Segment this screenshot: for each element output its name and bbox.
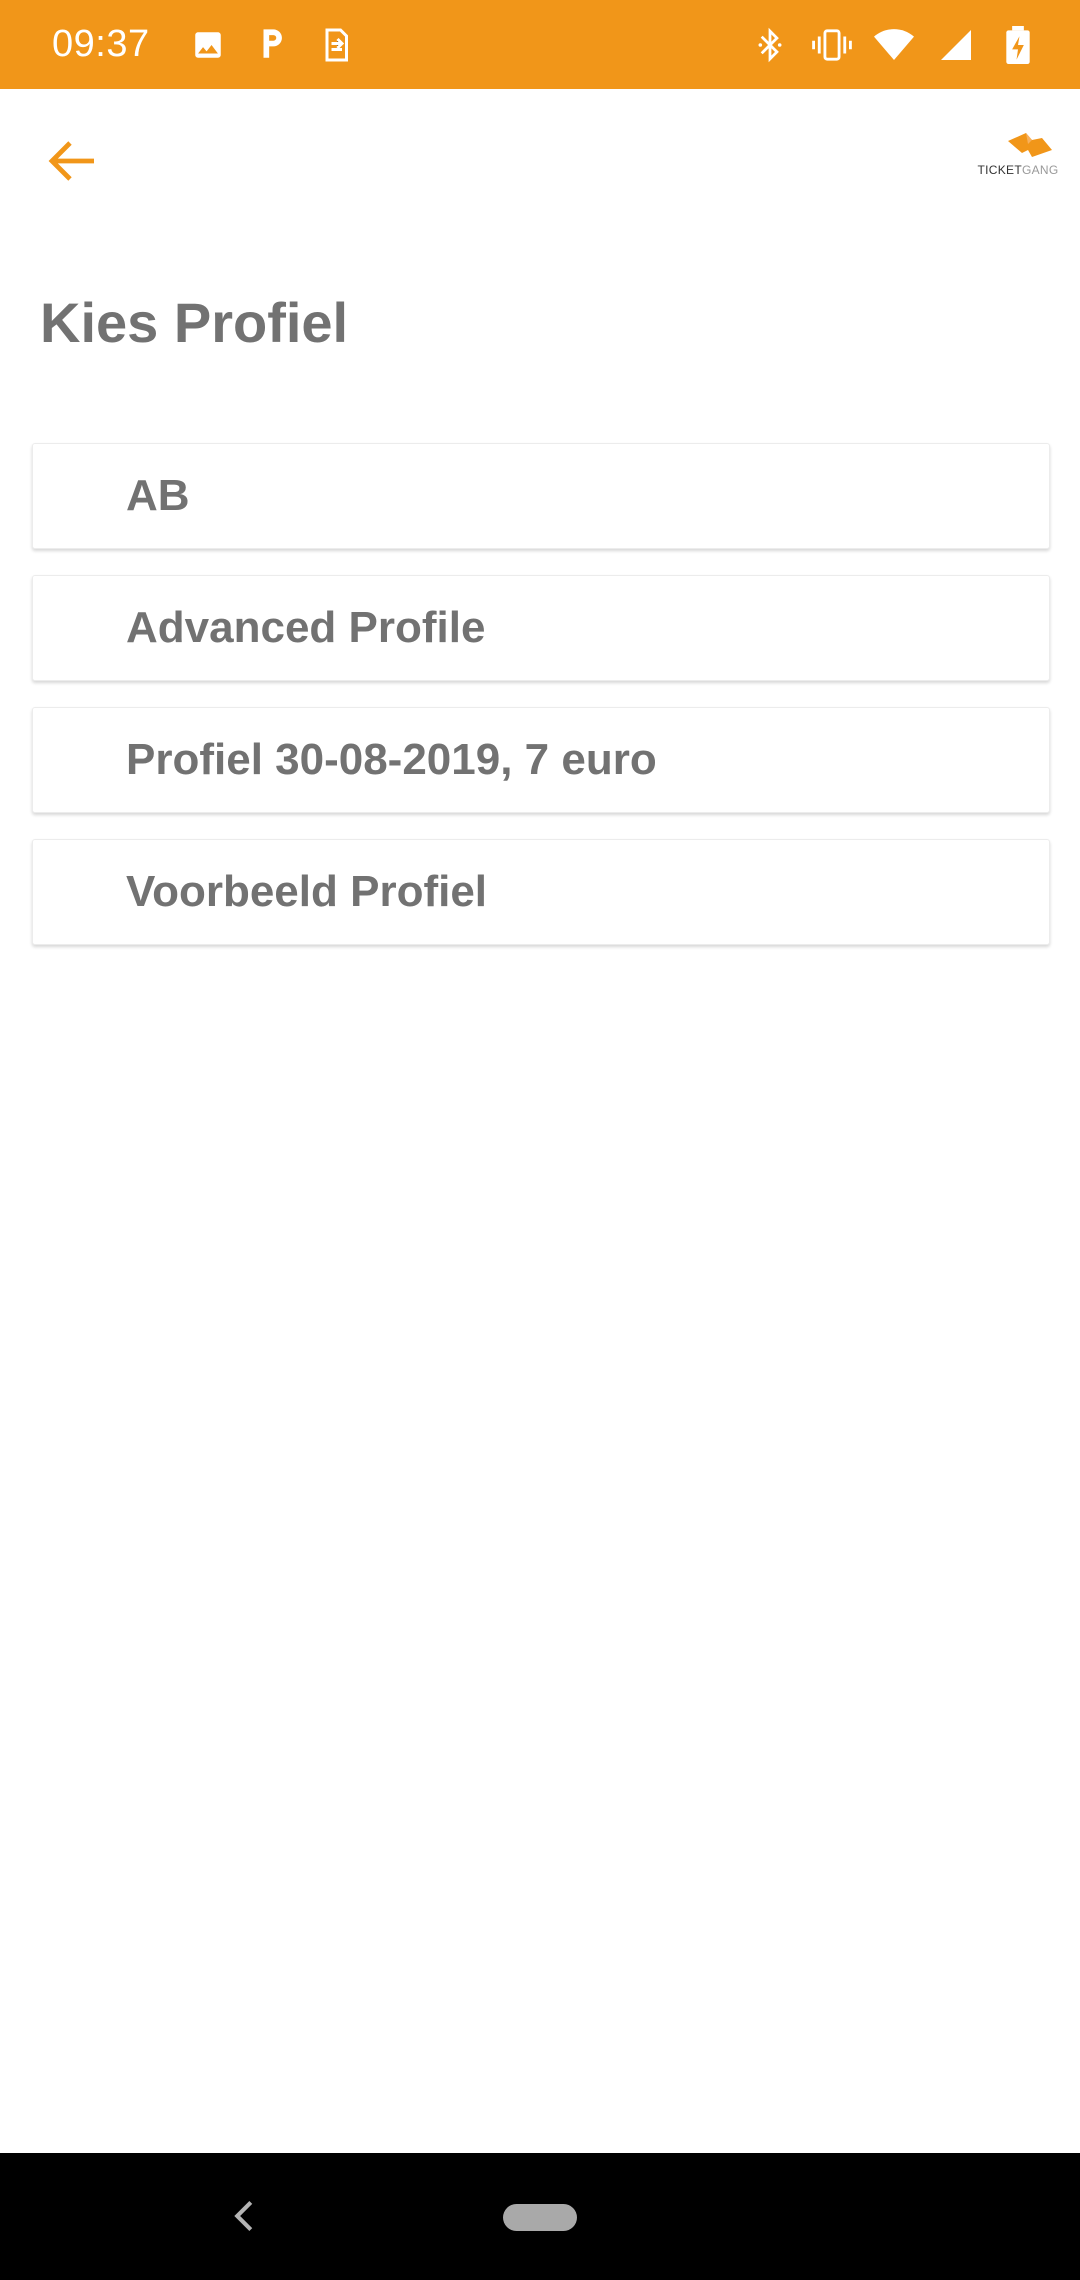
- signal-icon: [934, 23, 978, 67]
- status-right: [730, 23, 1040, 67]
- vibrate-icon: [810, 23, 854, 67]
- ticketgang-logo: TICKETGANG: [976, 129, 1060, 189]
- image-icon: [186, 23, 230, 67]
- profile-label: Advanced Profile: [126, 603, 486, 652]
- profile-item-ab[interactable]: AB: [32, 443, 1050, 549]
- battery-charging-icon: [996, 23, 1040, 67]
- profile-item-30-08-2019[interactable]: Profiel 30-08-2019, 7 euro: [32, 707, 1050, 813]
- navigation-bar: [0, 2153, 1080, 2280]
- logo-text-ticket: TICKET: [977, 163, 1022, 177]
- profile-item-voorbeeld[interactable]: Voorbeeld Profiel: [32, 839, 1050, 945]
- home-pill[interactable]: [503, 2204, 577, 2231]
- screen: 09:37 TICKETGANG Kies Profiel AB Advance…: [0, 0, 1080, 2280]
- bluetooth-icon: [748, 23, 792, 67]
- sim-transfer-icon: [314, 23, 358, 67]
- logo-mark-icon: [1008, 133, 1052, 157]
- nav-back-button[interactable]: [222, 2191, 266, 2241]
- status-time: 09:37: [52, 23, 150, 65]
- status-left: 09:37: [52, 23, 378, 67]
- back-button[interactable]: [30, 119, 114, 203]
- status-bar: 09:37: [0, 0, 1080, 89]
- profile-label: AB: [126, 471, 190, 520]
- parking-icon: [250, 23, 294, 67]
- chevron-left-icon: [234, 2200, 253, 2232]
- profile-label: Profiel 30-08-2019, 7 euro: [126, 735, 657, 784]
- logo-text-gang: GANG: [1021, 163, 1059, 177]
- profile-item-advanced[interactable]: Advanced Profile: [32, 575, 1050, 681]
- arrow-left-icon: [48, 141, 94, 181]
- logo-wordmark: TICKETGANG: [976, 163, 1060, 177]
- profile-label: Voorbeeld Profiel: [126, 867, 488, 916]
- wifi-icon: [872, 23, 916, 67]
- profile-list: AB Advanced Profile Profiel 30-08-2019, …: [32, 443, 1050, 971]
- page-title: Kies Profiel: [40, 291, 349, 354]
- app-bar: TICKETGANG: [0, 89, 1080, 235]
